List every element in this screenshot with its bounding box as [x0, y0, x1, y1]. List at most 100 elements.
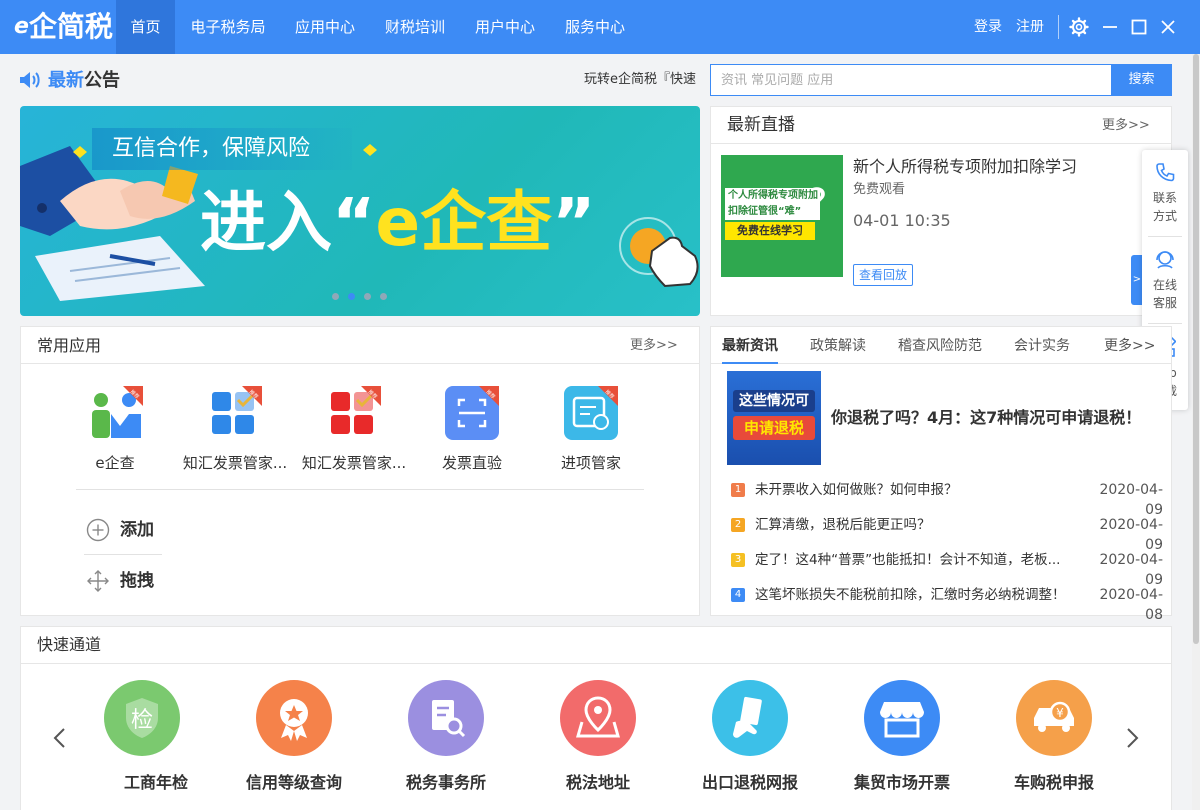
quick-access-divider	[21, 663, 1171, 664]
nav-item-app-center[interactable]: 应用中心	[286, 0, 364, 54]
nav-item-user-center[interactable]: 用户中心	[466, 0, 544, 54]
app-label-input-tax-manager[interactable]: 进项管家	[531, 452, 651, 474]
announcement-title-rest: 公告	[84, 70, 120, 91]
e-qicha-app-icon[interactable]: 推荐	[89, 386, 143, 440]
market-store-icon[interactable]	[864, 680, 940, 756]
quick-label-export-refund[interactable]: 出口退税网报	[680, 772, 820, 794]
news-item-title[interactable]: 汇算清缴，退税后能更正吗？	[755, 515, 1075, 535]
announcement-title: 最新公告	[48, 68, 148, 94]
news-item-title[interactable]: 这笔坏账损失不能税前扣除，汇缴时务必纳税调整！	[755, 585, 1075, 605]
live-more-link[interactable]: 更多>>	[1102, 118, 1162, 134]
quick-label-market-invoice[interactable]: 集贸市场开票	[832, 772, 972, 794]
quick-label-vehicle-tax[interactable]: 车购税申报	[984, 772, 1124, 794]
nav-item-training[interactable]: 财税培训	[376, 0, 454, 54]
nav-item-home[interactable]: 首页	[116, 0, 175, 54]
tab-accounting[interactable]: 会计实务	[1014, 335, 1070, 357]
tax-office-search-icon[interactable]	[408, 680, 484, 756]
carousel-dot-1[interactable]	[332, 293, 339, 300]
login-link[interactable]: 登录	[968, 0, 1008, 54]
announcement-ticker[interactable]: 玩转e企简税『快速	[584, 70, 702, 90]
news-headline[interactable]: 你退税了吗？4月：这7种情况可申请退税！	[831, 406, 1161, 430]
news-rank-badge: 4	[731, 588, 745, 602]
drag-app-button[interactable]: 拖拽	[120, 569, 180, 593]
carousel-dot-4[interactable]	[380, 293, 387, 300]
export-refund-hand-icon[interactable]	[712, 680, 788, 756]
search-input[interactable]	[710, 64, 1112, 96]
news-rank-badge: 3	[731, 553, 745, 567]
common-apps-title: 常用应用	[37, 336, 102, 355]
news-item-title[interactable]: 未开票收入如何做账？如何申报？	[755, 480, 1075, 500]
active-tab-underline	[722, 362, 778, 364]
live-thumbnail-caption-line-2: 扣除征管很“难”	[728, 206, 802, 217]
live-free-label: 免费观看	[853, 182, 906, 197]
tab-policy[interactable]: 政策解读	[810, 335, 866, 357]
news-panel	[710, 326, 1172, 616]
view-replay-button[interactable]: 查看回放	[853, 264, 913, 286]
close-icon[interactable]	[1158, 17, 1178, 37]
input-tax-manager-app-icon[interactable]: 推荐	[564, 386, 618, 440]
app-label-invoice-manager-1[interactable]: 知汇发票管家...	[175, 452, 295, 474]
scrollbar-thumb[interactable]	[1193, 54, 1199, 644]
news-item-date: 2020-04-09	[1099, 517, 1163, 553]
news-rank-badge: 1	[731, 483, 745, 497]
live-course-title[interactable]: 新个人所得税专项附加扣除学习	[853, 156, 1133, 178]
app-logo[interactable]: e企简税	[14, 6, 113, 48]
vehicle-tax-glyph: ¥	[1056, 706, 1064, 720]
carousel-dot-3[interactable]	[364, 293, 371, 300]
add-circle-icon[interactable]	[86, 518, 110, 542]
live-divider	[711, 143, 1171, 144]
contact-label-line-1[interactable]: 联系	[1145, 190, 1185, 206]
banner-headline-suffix: ”	[552, 184, 596, 261]
news-divider	[711, 363, 1171, 364]
tab-more[interactable]: 更多>>	[1104, 335, 1155, 357]
register-link[interactable]: 注册	[1010, 0, 1050, 54]
tab-audit-risk[interactable]: 稽查风险防范	[898, 335, 982, 357]
quick-label-business-inspection[interactable]: 工商年检	[86, 772, 226, 794]
quick-label-tax-address[interactable]: 税法地址	[528, 772, 668, 794]
apps-divider	[76, 489, 644, 490]
chevron-right-icon[interactable]	[1122, 726, 1142, 750]
add-app-button[interactable]: 添加	[120, 518, 180, 542]
logo-text: 企简税	[28, 10, 113, 43]
map-location-icon[interactable]	[560, 680, 636, 756]
news-rank-badge: 2	[731, 518, 745, 532]
app-label-invoice-manager-2[interactable]: 知汇发票管家...	[294, 452, 414, 474]
live-panel-title: 最新直播	[727, 115, 795, 135]
settings-gear-icon[interactable]	[1069, 17, 1089, 37]
app-label-e-qicha[interactable]: e企查	[55, 452, 175, 474]
invoice-verify-app-icon[interactable]: 推荐	[445, 386, 499, 440]
online-service-label-line-1[interactable]: 在线	[1145, 277, 1185, 293]
invoice-manager-red-app-icon[interactable]: 推荐	[327, 386, 381, 440]
chevron-left-icon[interactable]	[50, 726, 70, 750]
quick-label-credit-rating[interactable]: 信用等级查询	[224, 772, 364, 794]
nav-item-service-center[interactable]: 服务中心	[556, 0, 634, 54]
news-item-title[interactable]: 定了！这4种“普票”也能抵扣！会计不知道，老板...	[755, 550, 1075, 570]
side-divider	[1148, 236, 1182, 237]
headset-icon[interactable]	[1153, 248, 1177, 272]
maximize-icon[interactable]	[1129, 17, 1149, 37]
banner-headline-prefix: 进入“	[200, 184, 376, 261]
invoice-manager-blue-app-icon[interactable]: 推荐	[208, 386, 262, 440]
contact-label-line-2[interactable]: 方式	[1145, 208, 1185, 224]
live-time: 04-01 10:35	[853, 211, 951, 230]
topbar-divider	[1058, 15, 1059, 39]
online-service-label-line-2[interactable]: 客服	[1145, 295, 1185, 311]
live-thumbnail-caption: 个人所得税专项附加 扣除征管很“难”	[725, 188, 820, 220]
drag-move-icon[interactable]	[86, 569, 110, 593]
search-button[interactable]: 搜索	[1111, 64, 1172, 96]
quick-label-tax-office[interactable]: 税务事务所	[376, 772, 516, 794]
vehicle-tax-car-icon[interactable]: ¥	[1016, 680, 1092, 756]
credit-rating-medal-icon[interactable]	[256, 680, 332, 756]
announcement-title-highlight: 最新	[48, 70, 84, 91]
app-label-invoice-verify[interactable]: 发票直验	[412, 452, 532, 474]
live-thumbnail-free-badge: 免费在线学习	[725, 222, 815, 240]
common-apps-divider	[21, 363, 699, 364]
tab-latest-news[interactable]: 最新资讯	[722, 335, 778, 357]
common-apps-more-link[interactable]: 更多>>	[630, 338, 690, 354]
business-inspection-icon[interactable]: 检	[104, 680, 180, 756]
phone-icon[interactable]	[1154, 161, 1176, 183]
nav-item-e-tax-bureau[interactable]: 电子税务局	[181, 0, 275, 54]
carousel-dot-2[interactable]	[348, 293, 355, 300]
business-inspection-glyph: 检	[131, 708, 153, 733]
minimize-icon[interactable]	[1100, 17, 1120, 37]
